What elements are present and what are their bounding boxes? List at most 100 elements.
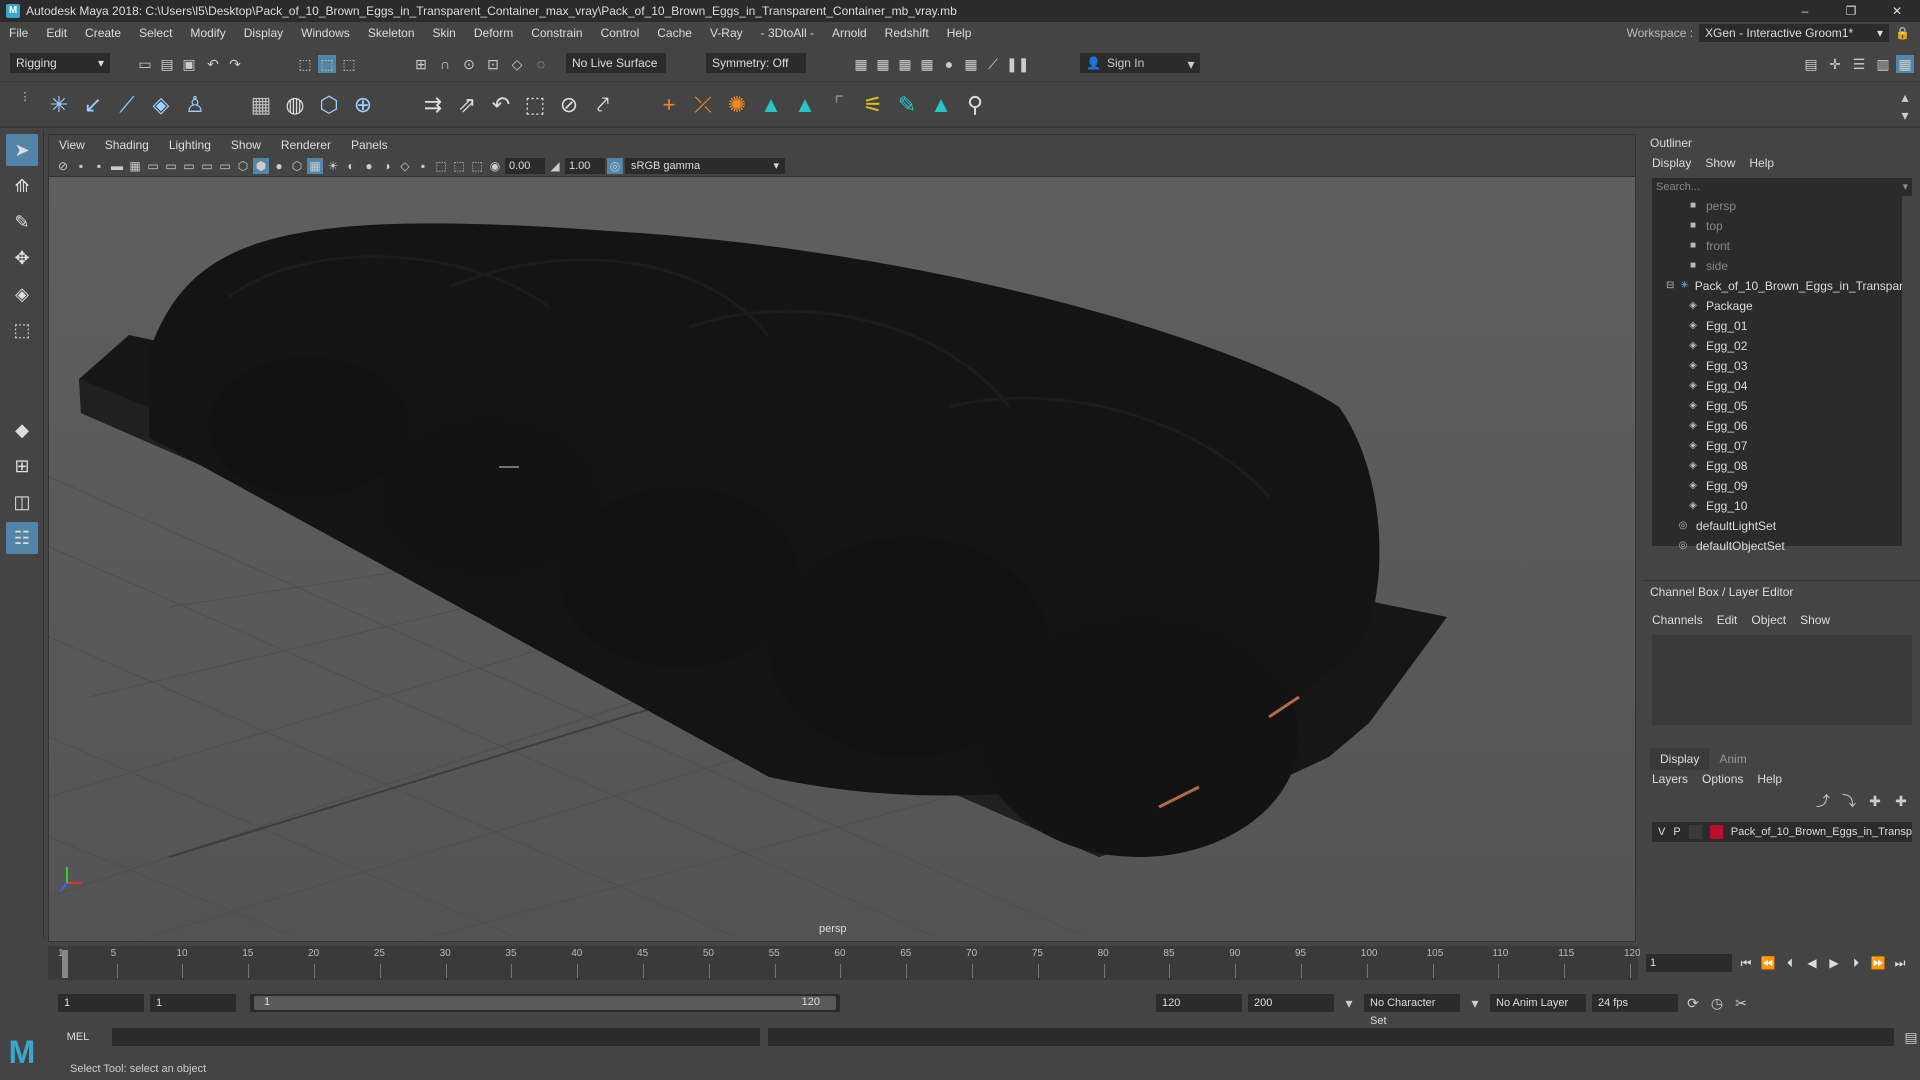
resolution-gate-icon[interactable]: ▭ xyxy=(163,158,179,174)
viewport-menu-panels[interactable]: Panels xyxy=(341,138,398,152)
color-management-icon[interactable]: ◎ xyxy=(607,157,623,174)
channel-box-menu-show[interactable]: Show xyxy=(1800,613,1830,627)
outliner-item-egg-06[interactable]: ◈ Egg_06 xyxy=(1652,416,1902,436)
layer-color-swatch[interactable] xyxy=(1709,825,1723,839)
animation-preferences-icon[interactable]: ✂ xyxy=(1732,994,1750,1012)
shadows-icon[interactable]: ◐ xyxy=(343,158,359,174)
paint-weights-icon[interactable]: ⇗ xyxy=(452,90,482,120)
wire-icon[interactable]: ⊕ xyxy=(348,90,378,120)
menu-edit[interactable]: Edit xyxy=(37,26,76,40)
bookmark-icon[interactable]: ▪ xyxy=(91,158,107,174)
gate-mask-icon[interactable]: ▭ xyxy=(181,158,197,174)
wireframe-icon[interactable]: ⬡ xyxy=(235,158,251,174)
command-input[interactable] xyxy=(111,1028,760,1046)
tab-display[interactable]: Display xyxy=(1650,748,1710,770)
menu-select[interactable]: Select xyxy=(130,26,181,40)
blend-shape-icon[interactable]: ⊘ xyxy=(554,90,584,120)
channel-box-toggle-icon[interactable]: ▦ xyxy=(1896,55,1914,73)
lattice-icon[interactable]: ▦ xyxy=(246,90,276,120)
wireframe-on-shaded-icon[interactable]: ⬡ xyxy=(289,158,305,174)
antialiasing-icon[interactable]: ◇ xyxy=(397,158,413,174)
new-scene-icon[interactable]: ▭ xyxy=(136,55,154,73)
snap-point-icon[interactable]: ⊙ xyxy=(460,55,478,73)
menu-vray[interactable]: V-Ray xyxy=(701,26,752,40)
chevron-down-icon[interactable]: ▾ xyxy=(1340,994,1358,1012)
viewport-menu-shading[interactable]: Shading xyxy=(95,138,159,152)
snap-grid-icon[interactable]: ⊞ xyxy=(412,55,430,73)
select-camera-icon[interactable]: ⊘ xyxy=(55,158,71,174)
field-chart-icon[interactable]: ▭ xyxy=(199,158,215,174)
auto-key-icon[interactable]: ◷ xyxy=(1708,994,1726,1012)
point-constraint-icon[interactable]: + xyxy=(654,90,684,120)
outliner-menu-show[interactable]: Show xyxy=(1705,156,1735,170)
viewport-menu-show[interactable]: Show xyxy=(221,138,271,152)
outliner-layout-icon[interactable]: ☷ xyxy=(6,522,38,554)
live-surface-dropdown[interactable]: No Live Surface xyxy=(566,53,666,73)
layer-display-type[interactable] xyxy=(1688,825,1702,839)
xgen-icon[interactable]: ⚟ xyxy=(858,90,888,120)
menu-windows[interactable]: Windows xyxy=(292,26,359,40)
grid-toggle-icon[interactable]: ▦ xyxy=(127,158,143,174)
mirror-joint-icon[interactable]: ◈ xyxy=(146,90,176,120)
outliner-item-egg-07[interactable]: ◈ Egg_07 xyxy=(1652,436,1902,456)
step-back-frame-icon[interactable]: ⏴ xyxy=(1782,956,1798,971)
textured-icon[interactable]: ▦ xyxy=(307,157,323,174)
quick-rig-icon[interactable]: ♙ xyxy=(180,90,210,120)
character-set-dropdown[interactable]: No Character Set xyxy=(1364,994,1460,1027)
render-settings-icon[interactable]: ▦ xyxy=(918,55,936,73)
menu-redshift[interactable]: Redshift xyxy=(876,26,938,40)
mash-network-icon[interactable]: ▲ xyxy=(790,90,820,120)
outliner-item-egg-03[interactable]: ◈ Egg_03 xyxy=(1652,356,1902,376)
channel-box-area[interactable] xyxy=(1652,635,1912,725)
rotate-tool-icon[interactable]: ◈ xyxy=(6,278,38,310)
four-view-layout-icon[interactable]: ⊞ xyxy=(6,450,38,482)
character-controls-icon[interactable]: ✛ xyxy=(1826,55,1844,73)
layer-row[interactable]: V P Pack_of_10_Brown_Eggs_in_Transp xyxy=(1652,822,1912,842)
workspace-dropdown[interactable]: XGen - Interactive Groom1* ▾ xyxy=(1699,24,1890,42)
vray-icon[interactable]: ⟋ xyxy=(984,55,1002,73)
menu-file[interactable]: File xyxy=(0,26,37,40)
scene-start-field[interactable]: 1 xyxy=(58,994,144,1012)
outliner-item-egg-04[interactable]: ◈ Egg_04 xyxy=(1652,376,1902,396)
modeling-toolkit-icon[interactable]: ▤ xyxy=(1802,55,1820,73)
viewport-menu-lighting[interactable]: Lighting xyxy=(159,138,221,152)
layer-menu-layers[interactable]: Layers xyxy=(1652,772,1688,786)
default-material-icon[interactable]: ● xyxy=(271,158,287,174)
bind-skin-icon[interactable]: ⇉ xyxy=(418,90,448,120)
select-hierarchy-icon[interactable]: ⬚ xyxy=(296,55,314,73)
viewport-menu-view[interactable]: View xyxy=(49,138,95,152)
minimize-button[interactable]: – xyxy=(1782,0,1828,22)
outliner-item-egg-05[interactable]: ◈ Egg_05 xyxy=(1652,396,1902,416)
film-gate-icon[interactable]: ▭ xyxy=(145,158,161,174)
time-slider[interactable]: 1 5 10 15 20 25 30 35 40 45 50 55 60 65 70 75 80 85 90 95 10… xyxy=(48,946,1641,980)
smooth-skin-icon[interactable]: ↶ xyxy=(486,90,516,120)
move-layer-up-icon[interactable]: ⤴ xyxy=(1814,792,1832,810)
menu-skeleton[interactable]: Skeleton xyxy=(359,26,424,40)
redo-icon[interactable]: ↷ xyxy=(226,55,244,73)
play-backward-icon[interactable]: ◀ xyxy=(1804,956,1820,970)
isolate-select-icon[interactable]: ▪ xyxy=(415,158,431,174)
lasso-tool-icon[interactable]: ⟰ xyxy=(6,170,38,202)
menu-arnold[interactable]: Arnold xyxy=(823,26,876,40)
step-back-key-icon[interactable]: ⏪ xyxy=(1760,956,1776,970)
gamma-field[interactable]: 1.00 xyxy=(565,157,605,174)
paint-select-tool-icon[interactable]: ✎ xyxy=(6,206,38,238)
menu-help[interactable]: Help xyxy=(938,26,981,40)
channel-box-menu-edit[interactable]: Edit xyxy=(1717,613,1738,627)
two-pane-layout-icon[interactable]: ◫ xyxy=(6,486,38,518)
menu-cache[interactable]: Cache xyxy=(648,26,701,40)
pin-icon[interactable]: ⚲ xyxy=(960,90,990,120)
loop-icon[interactable]: ⟳ xyxy=(1684,994,1702,1012)
xray-icon[interactable]: ⬚ xyxy=(433,158,449,174)
perspective-viewport[interactable]: View Shading Lighting Show Renderer Pane… xyxy=(48,134,1636,942)
mash-icon[interactable]: ▲ xyxy=(756,90,786,120)
restore-button[interactable]: ❐ xyxy=(1828,0,1874,22)
menu-display[interactable]: Display xyxy=(235,26,292,40)
groom-icon[interactable]: ✎ xyxy=(892,90,922,120)
step-forward-frame-icon[interactable]: ⏵ xyxy=(1848,956,1864,971)
play-forward-icon[interactable]: ▶ xyxy=(1826,956,1842,970)
range-slider[interactable]: 1 120 xyxy=(250,994,840,1012)
outliner-item-default-object-set[interactable]: ◎ defaultObjectSet xyxy=(1652,536,1902,556)
hypershade-icon[interactable]: ● xyxy=(940,55,958,73)
select-tool-icon[interactable]: ➤ xyxy=(6,134,38,166)
